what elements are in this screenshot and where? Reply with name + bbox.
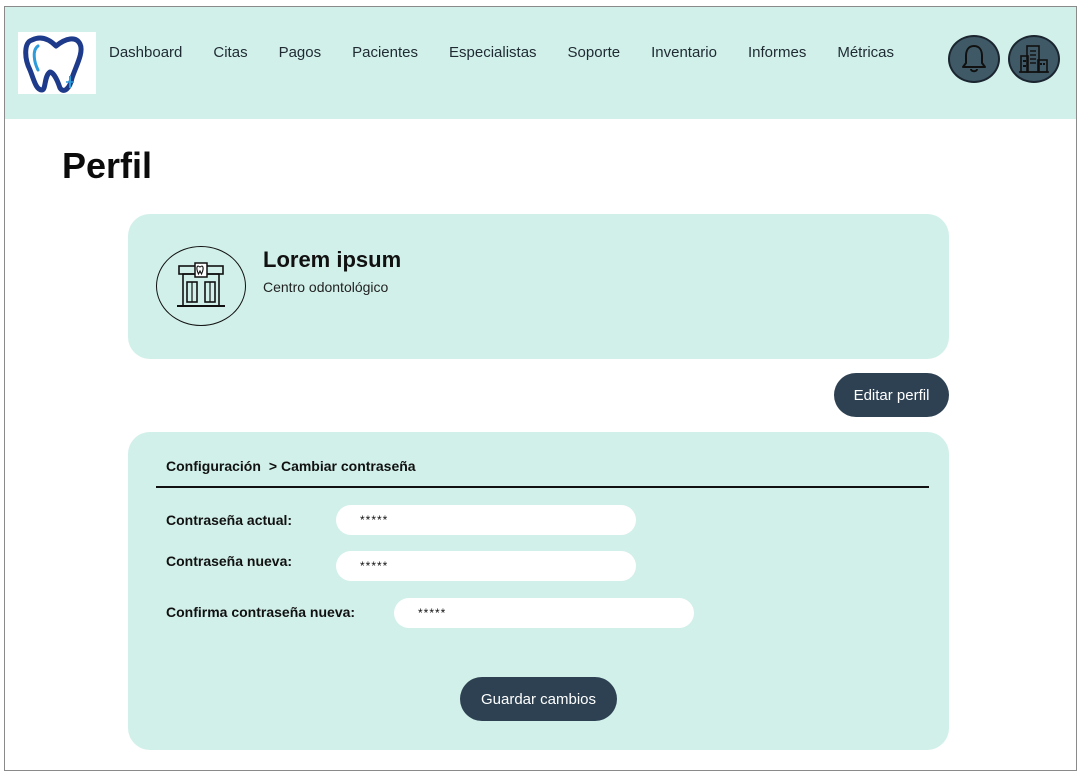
main-nav: Dashboard Citas Pagos Pacientes Especial… [109,44,925,64]
new-password-label: Contraseña nueva: [166,553,293,569]
nav-item-informes[interactable]: Informes [748,44,806,64]
nav-item-soporte[interactable]: Soporte [568,44,621,64]
save-changes-button[interactable]: Guardar cambios [460,677,617,721]
profile-avatar [156,246,246,326]
bell-icon [962,45,986,73]
profile-name: Lorem ipsum [263,247,402,272]
edit-profile-button[interactable]: Editar perfil [834,373,949,417]
tooth-logo-icon[interactable] [18,32,96,94]
nav-item-dashboard[interactable]: Dashboard [109,44,182,64]
profile-card: Lorem ipsum Centro odontológico [128,214,949,359]
change-password-card: Configuración > Cambiar contraseña Contra… [128,432,949,750]
current-password-label: Contraseña actual: [166,512,293,528]
profile-subtitle: Centro odontológico [263,279,389,295]
confirm-password-field[interactable]: ***** [394,598,694,628]
top-navbar: Dashboard Citas Pagos Pacientes Especial… [5,7,1076,119]
dental-clinic-icon [177,262,225,307]
nav-item-pagos[interactable]: Pagos [279,44,322,64]
nav-item-inventario[interactable]: Inventario [651,44,717,64]
breadcrumb: Configuración > Cambiar contraseña [166,458,424,474]
nav-item-metricas[interactable]: Métricas [837,44,894,64]
confirm-password-label: Confirma contraseña nueva: [166,604,356,620]
nav-item-especialistas[interactable]: Especialistas [449,44,537,64]
app-frame: Dashboard Citas Pagos Pacientes Especial… [4,6,1077,771]
new-password-field[interactable]: ***** [336,551,636,581]
notifications-button[interactable] [948,35,1000,83]
nav-item-pacientes[interactable]: Pacientes [352,44,418,64]
breadcrumb-configuracion[interactable]: Configuración [166,458,261,474]
current-password-field[interactable]: ***** [336,505,636,535]
divider [156,486,929,488]
breadcrumb-cambiar-contrasena: > Cambiar contraseña [268,458,416,474]
building-icon [1019,45,1049,73]
clinic-button[interactable] [1008,35,1060,83]
nav-item-citas[interactable]: Citas [213,44,247,64]
page-title: Perfil [62,145,153,186]
